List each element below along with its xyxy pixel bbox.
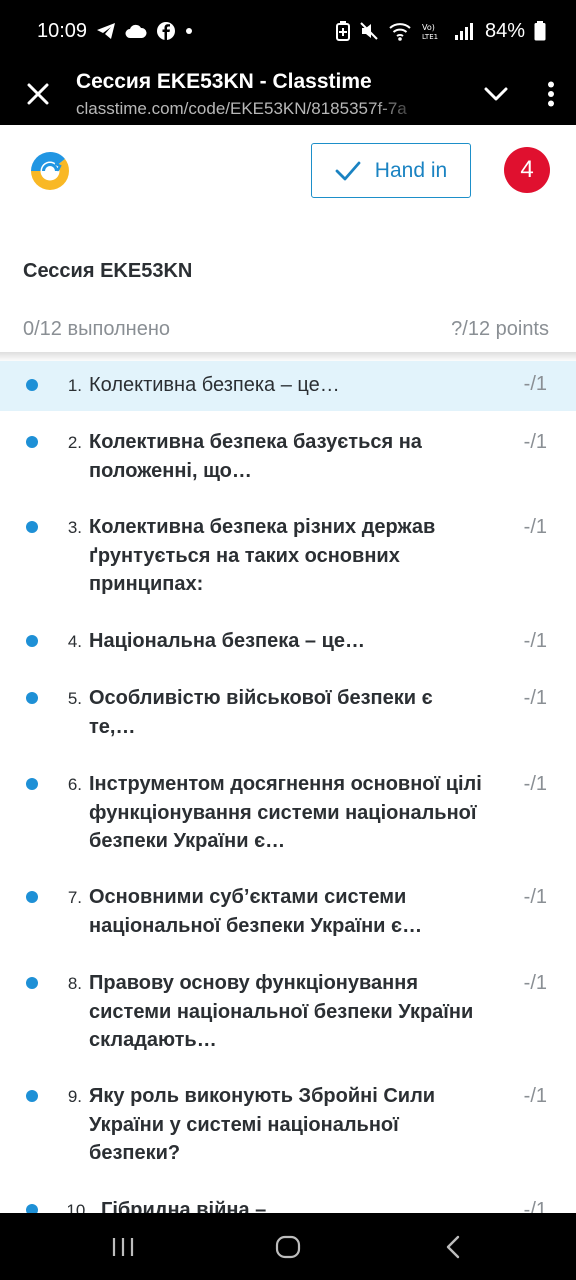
system-nav-bar — [0, 1213, 576, 1280]
question-score: -/1 — [523, 431, 547, 453]
question-score: -/1 — [523, 687, 547, 709]
question-score: -/1 — [523, 1199, 547, 1213]
signal-icon — [454, 22, 476, 40]
home-icon — [275, 1235, 301, 1258]
back-icon — [447, 1235, 460, 1258]
unanswered-dot-icon — [26, 891, 38, 903]
question-text: Яку роль виконують Збройні Сили України … — [89, 1085, 436, 1164]
tab-title-area[interactable]: Сессия EKE53KN - Classtime classtime.com… — [76, 68, 466, 119]
question-item-2[interactable]: 2. Колективна безпека базується на полож… — [0, 421, 576, 496]
custom-tab-toolbar: Сессия EKE53KN - Classtime classtime.com… — [0, 62, 576, 125]
unanswered-dot-icon — [26, 521, 38, 533]
question-text: Національна безпека – це… — [89, 630, 366, 652]
volte-icon: Vo) LTE1 — [421, 21, 445, 41]
dot-icon — [185, 27, 193, 35]
home-button[interactable] — [248, 1217, 328, 1277]
status-right: Vo) LTE1 84% — [335, 19, 546, 43]
telegram-icon — [96, 22, 116, 40]
question-score: -/1 — [523, 630, 547, 652]
question-number: 7. — [67, 888, 82, 907]
question-text: Правову основу функціонування системи на… — [89, 972, 474, 1051]
completion-status: 0/12 выполнено — [23, 318, 171, 340]
close-button[interactable] — [0, 62, 76, 125]
question-score: -/1 — [523, 373, 547, 395]
question-item-4[interactable]: 4. Національна безпека – це… -/1 — [0, 620, 576, 670]
unanswered-dot-icon — [26, 977, 38, 989]
question-number: 8. — [67, 974, 82, 993]
question-number: 10. — [66, 1201, 90, 1213]
question-number: 2. — [67, 433, 82, 452]
question-score: -/1 — [523, 773, 547, 795]
question-item-1[interactable]: 1. Колективна безпека – це… -/1 — [0, 361, 576, 411]
question-text: Колективна безпека – це… — [89, 374, 340, 396]
status-bar: 10:09 Vo) LTE1 84% — [0, 0, 576, 62]
close-icon — [27, 83, 49, 104]
question-text: Інструментом досягнення основної цілі фу… — [89, 773, 482, 852]
battery-saver-icon — [335, 21, 350, 41]
status-left: 10:09 — [37, 20, 193, 43]
question-number: 1. — [67, 376, 82, 395]
question-item-6[interactable]: 6. Інструментом досягнення основної цілі… — [0, 763, 576, 863]
question-item-5[interactable]: 5. Особливістю військової безпеки є те,…… — [0, 677, 576, 752]
more-options-button[interactable] — [526, 62, 576, 125]
recent-apps-icon — [112, 1237, 133, 1256]
unanswered-dot-icon — [26, 1090, 38, 1102]
hand-in-button[interactable]: Hand in — [311, 143, 471, 198]
question-item-10[interactable]: 10. Гібридна війна – -/1 — [0, 1189, 576, 1213]
recent-apps-button[interactable] — [83, 1217, 163, 1277]
question-list: 1. Колективна безпека – це… -/1 2. Колек… — [0, 361, 576, 1213]
svg-text:LTE1: LTE1 — [422, 33, 438, 41]
question-score: -/1 — [523, 972, 547, 994]
question-text: Основними суб’єктами системи національно… — [89, 886, 423, 937]
unanswered-dot-icon — [26, 436, 38, 448]
unanswered-dot-icon — [26, 778, 38, 790]
battery-icon — [534, 21, 546, 41]
question-number: 5. — [67, 689, 82, 708]
expand-button[interactable] — [466, 62, 526, 125]
question-text: Гібридна війна – — [101, 1199, 267, 1213]
back-button[interactable] — [413, 1217, 493, 1277]
hand-in-label: Hand in — [374, 158, 448, 182]
status-time: 10:09 — [37, 19, 88, 42]
page-title: Сессия EKE53KN - Classtime — [76, 70, 372, 93]
notification-badge[interactable]: 4 — [504, 147, 550, 193]
question-item-8[interactable]: 8. Правову основу функціонування системи… — [0, 962, 576, 1062]
checkmark-icon — [335, 161, 361, 180]
page-url: classtime.com/code/EKE53KN/8185357f-7a — [76, 99, 407, 118]
svg-text:Vo): Vo) — [422, 23, 435, 32]
question-item-3[interactable]: 3. Колективна безпека різних держав ґрун… — [0, 506, 576, 606]
question-number: 9. — [67, 1087, 82, 1106]
app-header: Hand in 4 — [0, 125, 576, 225]
screen: 10:09 Vo) LTE1 84% Сессия EKE53KN - Clas… — [0, 0, 576, 1280]
mute-icon — [359, 21, 379, 41]
battery-percent: 84% — [484, 19, 525, 42]
question-score: -/1 — [523, 886, 547, 908]
classtime-logo-icon[interactable] — [29, 150, 71, 192]
points-status: ?/12 points — [451, 318, 549, 340]
question-item-9[interactable]: 9. Яку роль виконують Збройні Сили Украї… — [0, 1075, 576, 1175]
chevron-down-icon — [484, 87, 508, 100]
unanswered-dot-icon — [26, 692, 38, 704]
question-item-7[interactable]: 7. Основними суб’єктами системи націонал… — [0, 876, 576, 951]
question-number: 6. — [67, 775, 82, 794]
session-title: Сессия EKE53KN — [23, 260, 193, 282]
question-number: 4. — [67, 632, 82, 651]
unanswered-dot-icon — [26, 379, 38, 391]
facebook-icon — [156, 21, 176, 41]
unanswered-dot-icon — [26, 1204, 38, 1213]
question-text: Колективна безпека базується на положенн… — [89, 431, 422, 482]
unanswered-dot-icon — [26, 635, 38, 647]
cloud-icon — [125, 23, 147, 39]
more-vert-icon — [548, 81, 554, 106]
question-text: Колективна безпека різних держав ґрунтує… — [89, 516, 436, 595]
wifi-icon — [388, 21, 412, 41]
question-text: Особливістю військової безпеки є те,… — [89, 687, 433, 738]
progress-row: 0/12 выполнено ?/12 points — [23, 318, 549, 341]
question-score: -/1 — [523, 516, 547, 538]
question-score: -/1 — [523, 1085, 547, 1107]
question-number: 3. — [67, 518, 82, 537]
